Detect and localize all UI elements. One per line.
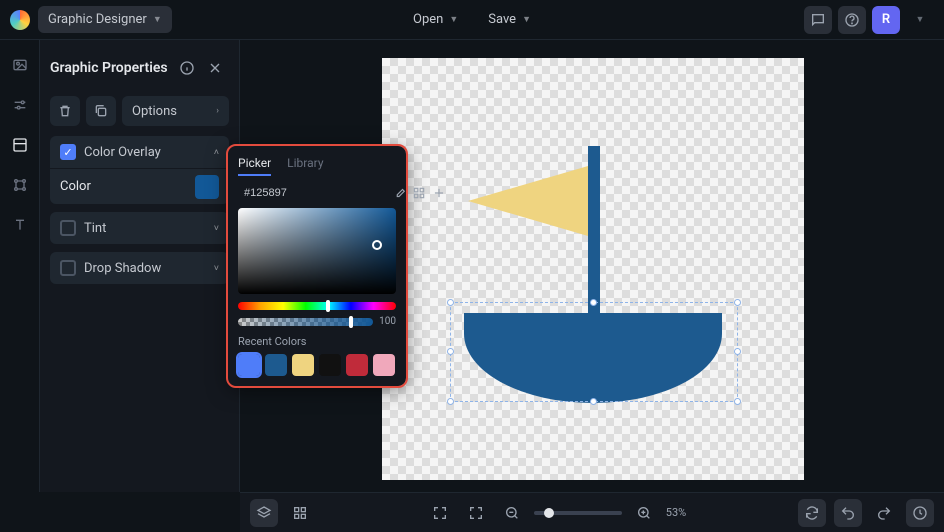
recent-swatch[interactable] (238, 354, 260, 376)
top-bar: Graphic Designer ▼ Open ▼ Save ▼ R ▼ (0, 0, 944, 40)
boat-flag[interactable] (468, 166, 588, 236)
redo-icon[interactable] (870, 499, 898, 527)
chevron-down-icon: ▼ (449, 14, 458, 25)
chevron-down-icon: ˅ (214, 263, 219, 274)
zoom-in-icon[interactable] (630, 499, 658, 527)
alpha-value: 100 (379, 316, 396, 327)
selection-handle[interactable] (734, 299, 741, 306)
grid-icon[interactable] (412, 186, 426, 200)
chevron-down-icon: ˅ (214, 223, 219, 234)
selection-box[interactable] (450, 302, 738, 402)
recent-swatch[interactable] (292, 354, 314, 376)
selection-handle[interactable] (447, 299, 454, 306)
close-icon[interactable] (201, 54, 229, 82)
help-icon[interactable] (838, 6, 866, 34)
recent-colors (238, 354, 396, 376)
recent-swatch[interactable] (346, 354, 368, 376)
alpha-slider[interactable] (238, 318, 373, 326)
save-button[interactable]: Save ▼ (478, 6, 541, 33)
chevron-right-icon: › (216, 106, 219, 116)
app-mode-label: Graphic Designer (48, 12, 147, 27)
selection-handle[interactable] (590, 299, 597, 306)
chevron-up-icon: ˄ (214, 147, 219, 158)
saturation-value-field[interactable] (238, 208, 396, 294)
eyedropper-icon[interactable] (392, 186, 406, 200)
color-overlay-checkbox[interactable]: ✓ (60, 144, 76, 160)
artboard[interactable] (382, 58, 804, 480)
zoom-knob[interactable] (544, 508, 554, 518)
chat-icon[interactable] (804, 6, 832, 34)
drop-shadow-row[interactable]: Drop Shadow ˅ (50, 252, 229, 284)
color-picker: Picker Library 100 Recent Colors (228, 146, 406, 386)
hex-input[interactable] (244, 187, 386, 199)
delete-button[interactable] (50, 96, 80, 126)
topbar-center: Open ▼ Save ▼ (403, 6, 541, 33)
fit-icon[interactable] (462, 499, 490, 527)
selection-handle[interactable] (734, 348, 741, 355)
properties-panel: Graphic Properties Options › ✓ Color Ove… (40, 40, 240, 492)
layers-menu-icon[interactable] (250, 499, 278, 527)
chevron-down-icon[interactable]: ▼ (906, 6, 934, 34)
recent-swatch[interactable] (373, 354, 395, 376)
sliders-icon[interactable] (9, 94, 31, 116)
refresh-icon[interactable] (798, 499, 826, 527)
panel-title: Graphic Properties (50, 60, 173, 76)
selection-handle[interactable] (447, 398, 454, 405)
zoom-slider[interactable] (534, 511, 622, 515)
tint-row[interactable]: Tint ˅ (50, 212, 229, 244)
tab-picker[interactable]: Picker (238, 156, 271, 176)
selection-handle[interactable] (734, 398, 741, 405)
app-mode-dropdown[interactable]: Graphic Designer ▼ (38, 6, 172, 33)
hue-slider[interactable] (238, 302, 396, 310)
duplicate-button[interactable] (86, 96, 116, 126)
align-icon[interactable] (9, 174, 31, 196)
sv-cursor[interactable] (372, 240, 382, 250)
plus-icon[interactable] (432, 186, 446, 200)
fullscreen-icon[interactable] (426, 499, 454, 527)
app-logo (10, 10, 30, 30)
tool-rail (0, 40, 40, 492)
recent-swatch[interactable] (319, 354, 341, 376)
color-overlay-row[interactable]: ✓ Color Overlay ˄ (50, 136, 229, 168)
text-icon[interactable] (9, 214, 31, 236)
options-button[interactable]: Options › (122, 96, 229, 126)
grid-toggle-icon[interactable] (286, 499, 314, 527)
chevron-down-icon: ▼ (522, 14, 531, 25)
bottom-bar: 53% (240, 492, 944, 532)
zoom-label: 53% (666, 506, 686, 519)
hue-handle[interactable] (326, 300, 330, 312)
info-icon[interactable] (173, 54, 201, 82)
recent-colors-label: Recent Colors (238, 335, 396, 348)
chevron-down-icon: ▼ (153, 14, 162, 25)
selection-handle[interactable] (590, 398, 597, 405)
alpha-handle[interactable] (349, 316, 353, 328)
avatar[interactable]: R (872, 6, 900, 34)
recent-swatch[interactable] (265, 354, 287, 376)
undo-icon[interactable] (834, 499, 862, 527)
color-row: Color (50, 168, 229, 204)
selection-handle[interactable] (447, 348, 454, 355)
image-icon[interactable] (9, 54, 31, 76)
history-icon[interactable] (906, 499, 934, 527)
layers-icon[interactable] (9, 134, 31, 156)
tint-checkbox[interactable] (60, 220, 76, 236)
drop-shadow-checkbox[interactable] (60, 260, 76, 276)
zoom-out-icon[interactable] (498, 499, 526, 527)
color-swatch[interactable] (195, 175, 219, 199)
open-button[interactable]: Open ▼ (403, 6, 468, 33)
color-label: Color (60, 179, 91, 194)
tab-library[interactable]: Library (287, 156, 323, 176)
